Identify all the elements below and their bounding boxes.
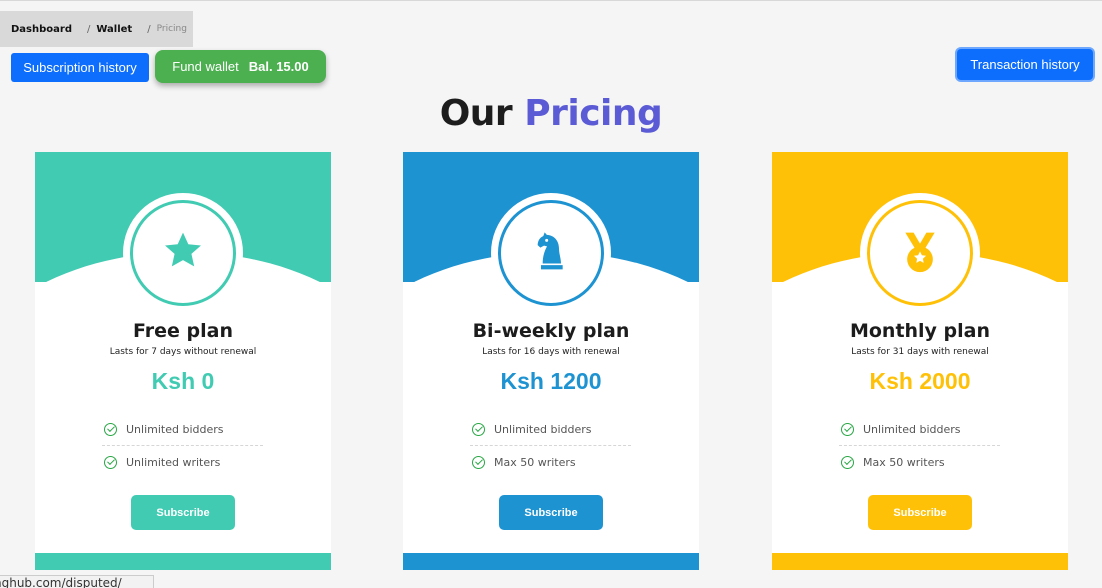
check-circle-icon: [104, 423, 117, 436]
breadcrumb: Dashboard / Wallet / Pricing: [0, 11, 193, 47]
page-title-part1: Our: [439, 93, 513, 134]
check-circle-icon: [104, 455, 117, 469]
breadcrumb-separator: /: [147, 23, 151, 35]
pricing-card-biweekly: Bi-weekly plan Lasts for 16 days with re…: [403, 152, 699, 570]
pricing-card-monthly: Monthly plan Lasts for 31 days with rene…: [772, 152, 1068, 570]
plan-icon-ring: [860, 193, 980, 313]
feature-item: Unlimited bidders: [102, 414, 263, 446]
plan-name: Bi-weekly plan: [472, 320, 630, 342]
plan-icon-ring: [491, 193, 611, 313]
feature-item: Unlimited writers: [102, 446, 263, 478]
breadcrumb-wallet[interactable]: Wallet: [96, 24, 132, 35]
plan-description: Lasts for 7 days without renewal: [109, 347, 257, 357]
fund-wallet-label: Fund wallet: [172, 59, 239, 74]
breadcrumb-separator: /: [87, 23, 91, 35]
feature-list: Unlimited bidders Max 50 writers: [839, 414, 1000, 478]
subscribe-button-monthly[interactable]: Subscribe: [868, 495, 972, 530]
plan-price: Ksh 2000: [869, 368, 971, 394]
pricing-card-free: Free plan Lasts for 7 days without renew…: [35, 152, 331, 570]
transaction-history-button[interactable]: Transaction history: [957, 49, 1093, 80]
plan-name: Monthly plan: [849, 320, 991, 342]
feature-item: Max 50 writers: [839, 446, 1000, 478]
check-circle-icon: [841, 423, 854, 436]
subscribe-button-biweekly[interactable]: Subscribe: [499, 495, 603, 530]
breadcrumb-dashboard[interactable]: Dashboard: [11, 24, 72, 35]
plan-description: Lasts for 31 days with renewal: [851, 347, 989, 357]
plan-icon-ring: [123, 193, 243, 313]
subscription-history-button[interactable]: Subscription history: [11, 53, 149, 82]
chess-knight-icon: [531, 229, 571, 277]
plan-price: Ksh 0: [151, 368, 215, 394]
feature-item: Unlimited bidders: [839, 414, 1000, 446]
plan-price: Ksh 1200: [500, 368, 602, 394]
feature-item: Max 50 writers: [470, 446, 631, 478]
star-icon: [161, 229, 205, 277]
feature-list: Unlimited bidders Max 50 writers: [470, 414, 631, 478]
check-circle-icon: [472, 423, 485, 436]
wallet-balance: Bal. 15.00: [248, 59, 309, 74]
check-circle-icon: [472, 455, 485, 469]
card-footer-band: [772, 553, 1068, 570]
check-circle-icon: [841, 455, 854, 469]
medal-icon: [898, 229, 942, 277]
feature-list: Unlimited bidders Unlimited writers: [102, 414, 263, 478]
page-title-part2: Pricing: [524, 93, 663, 134]
subscribe-button-free[interactable]: Subscribe: [131, 495, 235, 530]
breadcrumb-pricing: Pricing: [156, 24, 187, 34]
feature-item: Unlimited bidders: [470, 414, 631, 446]
card-footer-band: [403, 553, 699, 570]
page-title: Our Pricing: [0, 93, 1102, 134]
status-bar-url: nghub.com/disputed/: [0, 575, 154, 588]
plan-description: Lasts for 16 days with renewal: [482, 347, 620, 357]
plan-name: Free plan: [133, 320, 233, 342]
fund-wallet-button[interactable]: Fund wallet Bal. 15.00: [155, 50, 326, 83]
card-footer-band: [35, 553, 331, 570]
